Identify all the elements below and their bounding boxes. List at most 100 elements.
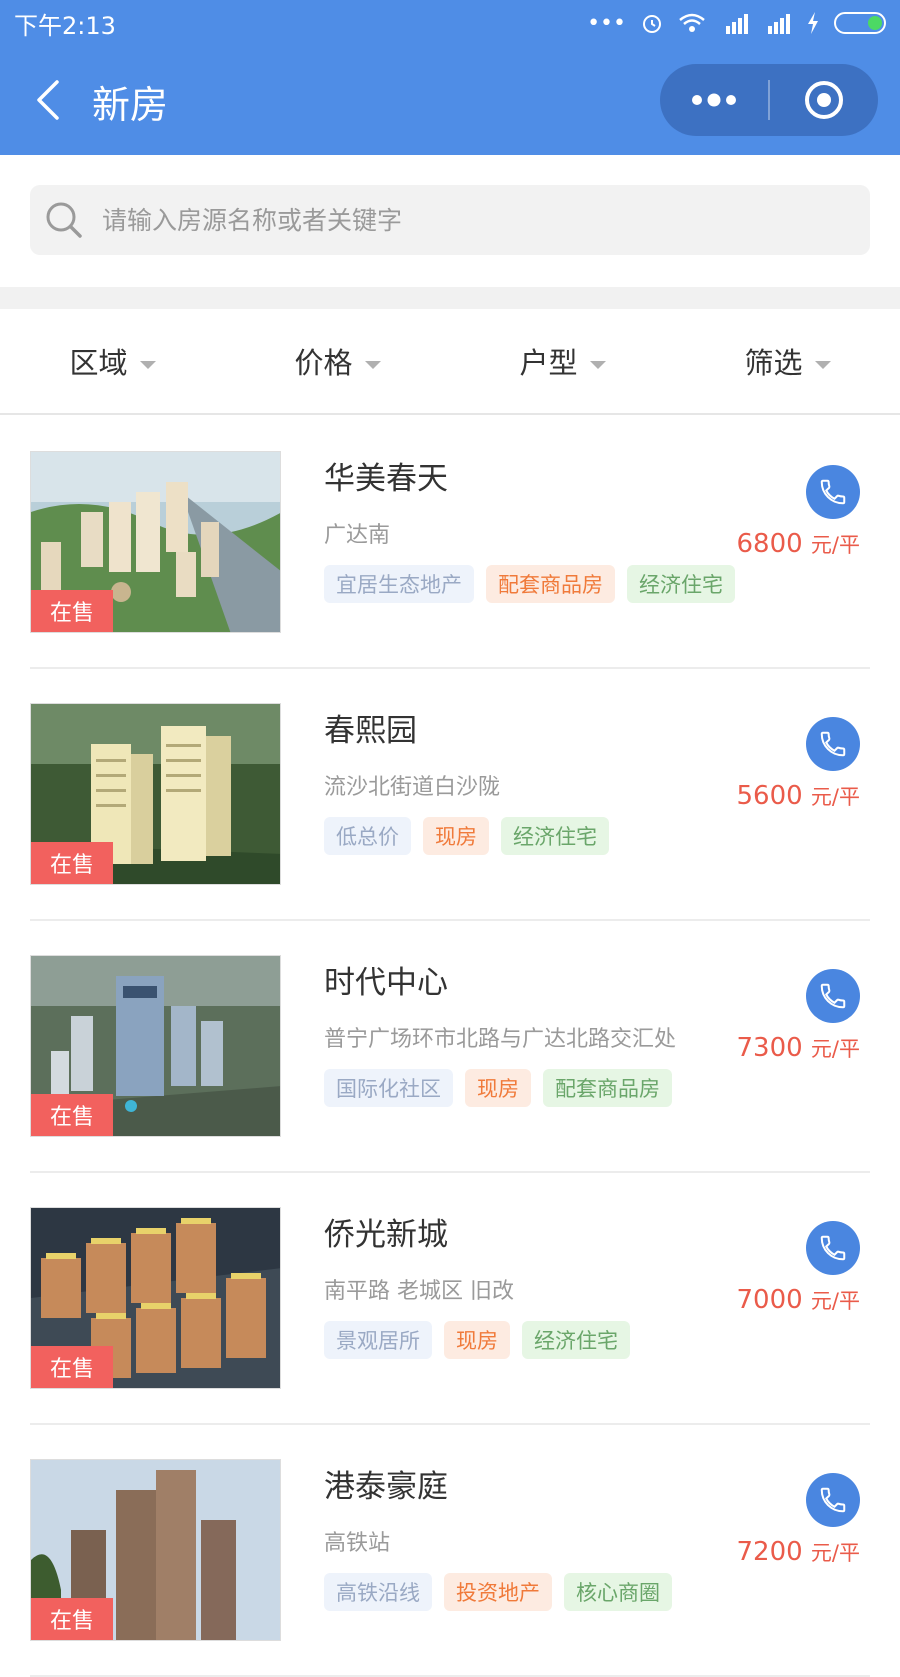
listing-price: 7000 元/平 — [736, 1285, 860, 1315]
tag: 经济住宅 — [522, 1321, 630, 1359]
filter-label: 筛选 — [744, 346, 803, 380]
tag: 现房 — [465, 1069, 531, 1107]
listing-image: 在售 — [30, 1459, 281, 1641]
phone-icon — [820, 1487, 846, 1513]
listing-address: 流沙北街道白沙陇 — [324, 775, 501, 800]
price-value: 7000 — [736, 1285, 803, 1315]
call-button[interactable] — [806, 465, 860, 519]
more-dots-icon — [692, 93, 736, 107]
caret-down-icon — [139, 361, 156, 369]
wifi-icon — [679, 13, 705, 32]
back-button[interactable] — [28, 76, 68, 124]
mini-program-capsule — [660, 64, 878, 136]
phone-icon — [820, 479, 846, 505]
sale-status-badge: 在售 — [31, 1094, 113, 1136]
tag: 景观居所 — [324, 1321, 432, 1359]
listing-item[interactable]: 在售 春熙园 流沙北街道白沙陇 低总价 现房 经济住宅 5600 元/平 — [0, 669, 900, 921]
more-menu-button[interactable] — [660, 64, 768, 136]
price-value: 6800 — [736, 529, 803, 559]
listing-address: 南平路 老城区 旧改 — [324, 1279, 514, 1304]
listing-tags: 国际化社区 现房 配套商品房 — [324, 1069, 672, 1107]
listing-tags: 景观居所 现房 经济住宅 — [324, 1321, 630, 1359]
listing-tags: 低总价 现房 经济住宅 — [324, 817, 609, 855]
tag: 宜居生态地产 — [324, 565, 474, 603]
search-input[interactable] — [102, 205, 802, 235]
price-value: 7300 — [736, 1033, 803, 1063]
tag: 现房 — [423, 817, 489, 855]
price-unit: 元/平 — [810, 1289, 860, 1313]
call-button[interactable] — [806, 1221, 860, 1275]
price-value: 5600 — [736, 781, 803, 811]
listing-item[interactable]: 在售 时代中心 普宁广场环市北路与广达北路交汇处 国际化社区 现房 配套商品房 … — [0, 921, 900, 1173]
listing-price: 5600 元/平 — [736, 781, 860, 811]
sale-status-badge: 在售 — [31, 1598, 113, 1640]
price-unit: 元/平 — [810, 1541, 860, 1565]
listing-tags: 高铁沿线 投资地产 核心商圈 — [324, 1573, 672, 1611]
search-section — [0, 155, 900, 287]
listing-tags: 宜居生态地产 配套商品房 经济住宅 — [324, 565, 735, 603]
listing-item[interactable]: 在售 港泰豪庭 高铁站 高铁沿线 投资地产 核心商圈 7200 元/平 — [0, 1425, 900, 1677]
filter-layout[interactable]: 户型 — [450, 309, 675, 413]
listing-image: 在售 — [30, 1207, 281, 1389]
filter-region[interactable]: 区域 — [0, 309, 225, 413]
battery-icon — [834, 12, 886, 34]
phone-icon — [820, 1235, 846, 1261]
more-dots-icon: ••• — [587, 10, 626, 36]
listing-image: 在售 — [30, 955, 281, 1137]
call-button[interactable] — [806, 1473, 860, 1527]
header: 下午2:13 ••• 新房 — [0, 0, 900, 155]
filter-more[interactable]: 筛选 — [675, 309, 900, 413]
sale-status-badge: 在售 — [31, 590, 113, 632]
price-unit: 元/平 — [810, 785, 860, 809]
record-target-icon — [805, 81, 843, 119]
listing-list: 在售 华美春天 广达南 宜居生态地产 配套商品房 经济住宅 6800 元/平 在… — [0, 417, 900, 1677]
call-button[interactable] — [806, 717, 860, 771]
caret-down-icon — [364, 361, 381, 369]
tag: 经济住宅 — [627, 565, 735, 603]
sale-status-badge: 在售 — [31, 842, 113, 884]
search-box[interactable] — [30, 185, 870, 255]
page-title: 新房 — [92, 83, 169, 127]
tag: 投资地产 — [444, 1573, 552, 1611]
listing-price: 7200 元/平 — [736, 1537, 860, 1567]
filter-price[interactable]: 价格 — [225, 309, 450, 413]
price-unit: 元/平 — [810, 533, 860, 557]
tag: 高铁沿线 — [324, 1573, 432, 1611]
listing-item[interactable]: 在售 华美春天 广达南 宜居生态地产 配套商品房 经济住宅 6800 元/平 — [0, 417, 900, 669]
filter-bar: 区域 价格 户型 筛选 — [0, 309, 900, 415]
tag: 国际化社区 — [324, 1069, 453, 1107]
charging-icon — [808, 12, 818, 34]
status-bar: 下午2:13 ••• — [0, 0, 900, 46]
call-button[interactable] — [806, 969, 860, 1023]
nav-bar: 新房 — [0, 46, 900, 155]
status-time: 下午2:13 — [14, 11, 116, 40]
listing-item[interactable]: 在售 侨光新城 南平路 老城区 旧改 景观居所 现房 经济住宅 7000 元/平 — [0, 1173, 900, 1425]
listing-name: 春熙园 — [324, 713, 417, 749]
listing-address: 广达南 — [324, 523, 391, 548]
phone-icon — [820, 983, 846, 1009]
section-divider — [0, 287, 900, 309]
listing-address: 普宁广场环市北路与广达北路交汇处 — [324, 1027, 677, 1052]
signal-hd-icon — [726, 14, 748, 34]
caret-down-icon — [589, 361, 606, 369]
tag: 核心商圈 — [564, 1573, 672, 1611]
listing-price: 7300 元/平 — [736, 1033, 860, 1063]
alarm-icon — [643, 15, 661, 33]
filter-label: 价格 — [294, 346, 353, 380]
tag: 经济住宅 — [501, 817, 609, 855]
listing-name: 华美春天 — [324, 461, 448, 497]
price-value: 7200 — [736, 1537, 803, 1567]
tag: 配套商品房 — [543, 1069, 672, 1107]
close-mini-program-button[interactable] — [770, 64, 878, 136]
tag: 配套商品房 — [486, 565, 615, 603]
status-icons: ••• — [587, 11, 886, 36]
listing-image: 在售 — [30, 451, 281, 633]
listing-name: 港泰豪庭 — [324, 1469, 448, 1505]
price-unit: 元/平 — [810, 1037, 860, 1061]
listing-price: 6800 元/平 — [736, 529, 860, 559]
filter-label: 户型 — [519, 346, 578, 380]
listing-name: 侨光新城 — [324, 1217, 448, 1253]
search-icon — [46, 202, 82, 238]
listing-name: 时代中心 — [324, 965, 448, 1001]
chevron-left-icon — [37, 80, 59, 120]
